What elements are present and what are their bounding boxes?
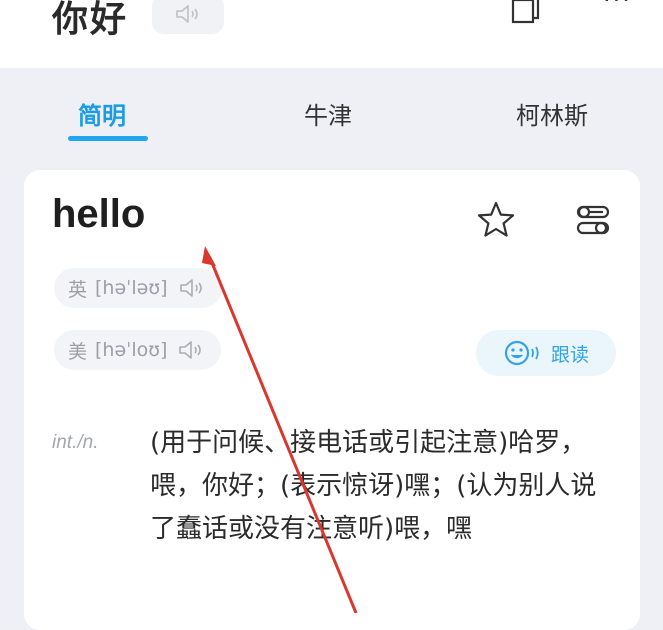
speaker-icon — [176, 5, 198, 23]
definition-card: hello 英 [həˈləʊ] 美 [həˈloʊ] 跟读 int./n. (… — [24, 170, 640, 630]
favorite-button[interactable] — [476, 200, 516, 240]
pronunciation-region: 美 — [68, 340, 88, 363]
speaker-icon — [179, 341, 202, 359]
query-speaker-button[interactable] — [152, 0, 224, 34]
more-button[interactable]: ··· — [603, 0, 639, 16]
pronunciation-us[interactable]: 美 [həˈloʊ] — [54, 330, 222, 370]
smile-mic-icon — [504, 340, 539, 366]
top-bar: 你好 ··· — [0, 0, 663, 68]
copy-icon — [511, 0, 540, 24]
headword: hello — [52, 192, 146, 236]
pronunciation-phonetic: [həˈloʊ] — [95, 339, 168, 361]
dictionary-tabs: 简明 牛津 柯林斯 — [0, 68, 663, 160]
settings-button[interactable] — [572, 200, 612, 240]
pronunciation-uk[interactable]: 英 [həˈləʊ] — [54, 268, 222, 308]
follow-read-button[interactable]: 跟读 — [476, 330, 616, 376]
query-text: 你好 — [52, 0, 129, 40]
copy-button[interactable] — [505, 0, 545, 28]
settings-icon — [576, 205, 610, 235]
star-icon — [477, 201, 515, 237]
tab-oxford[interactable]: 牛津 — [304, 96, 352, 131]
pronunciation-region: 英 — [68, 278, 88, 301]
tab-concise[interactable]: 简明 — [78, 96, 126, 131]
speaker-icon — [179, 279, 202, 297]
tab-collins[interactable]: 柯林斯 — [516, 96, 588, 131]
part-of-speech: int./n. — [52, 432, 99, 453]
active-tab-indicator — [68, 136, 148, 141]
pronunciation-phonetic: [həˈləʊ] — [95, 277, 168, 299]
definition-text: (用于问候、接电话或引起注意)哈罗，喂，你好；(表示惊讶)嘿；(认为别人说了蠢话… — [150, 428, 597, 544]
follow-read-label: 跟读 — [550, 343, 589, 366]
